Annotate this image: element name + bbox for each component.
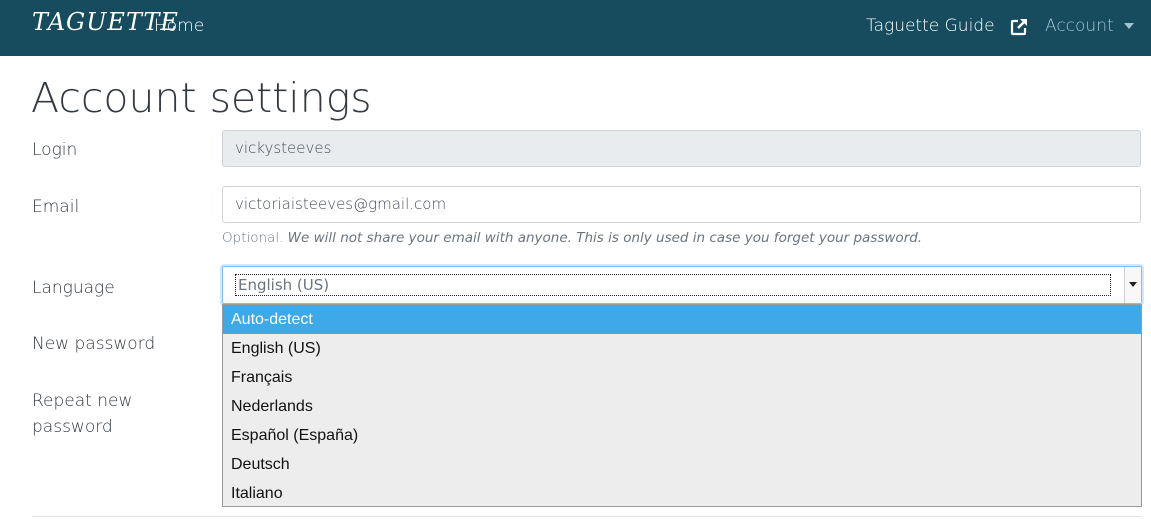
dropdown-arrow-icon xyxy=(1129,282,1137,287)
language-option[interactable]: English (US) xyxy=(223,334,1141,363)
language-option[interactable]: Auto-detect xyxy=(223,305,1141,334)
page-title: Account settings xyxy=(31,74,372,122)
nav-account-menu[interactable]: Account xyxy=(1045,16,1114,36)
external-link-icon[interactable] xyxy=(1009,17,1029,37)
language-option[interactable]: Nederlands xyxy=(223,392,1141,421)
language-label: Language xyxy=(32,278,115,298)
language-option[interactable]: Deutsch xyxy=(223,450,1141,479)
new-password-label: New password xyxy=(32,334,156,354)
email-field[interactable]: victoriaisteeves@gmail.com xyxy=(222,186,1141,223)
divider xyxy=(32,516,1142,517)
language-dropdown-list: Auto-detect English (US) Français Nederl… xyxy=(222,304,1142,507)
navbar: TAGUETTE Home Taguette Guide Account xyxy=(0,0,1151,56)
repeat-password-label-line2: password xyxy=(32,417,113,437)
login-field: vickysteeves xyxy=(222,130,1141,167)
login-label: Login xyxy=(32,140,78,160)
language-select[interactable]: English (US) xyxy=(222,266,1142,304)
language-option[interactable]: Italiano xyxy=(223,479,1141,508)
language-option[interactable]: Français xyxy=(223,363,1141,392)
email-help-prefix: Optional. xyxy=(222,230,284,246)
language-select-value[interactable]: English (US) xyxy=(235,274,1111,296)
email-label: Email xyxy=(32,197,80,217)
email-help-note: We will not share your email with anyone… xyxy=(287,230,923,246)
email-help-text: Optional. We will not share your email w… xyxy=(222,230,922,246)
select-arrow[interactable] xyxy=(1124,267,1141,303)
nav-guide-link[interactable]: Taguette Guide xyxy=(866,16,995,36)
nav-home-link[interactable]: Home xyxy=(154,16,204,36)
caret-down-icon[interactable] xyxy=(1124,23,1134,29)
repeat-password-label-line1: Repeat new xyxy=(32,391,133,411)
language-option[interactable]: Español (España) xyxy=(223,421,1141,450)
